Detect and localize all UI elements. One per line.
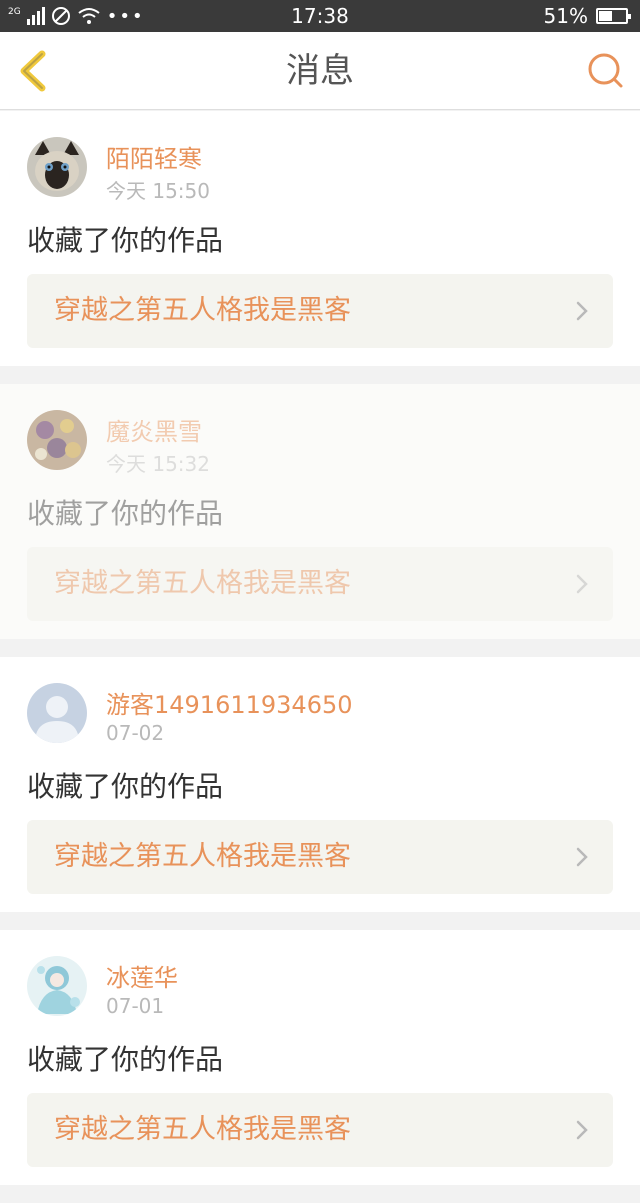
flower-avatar[interactable] xyxy=(27,410,87,470)
message-action: 收藏了你的作品 xyxy=(27,1043,224,1076)
status-right: 51% xyxy=(543,4,631,28)
work-link[interactable]: 穿越之第五人格我是黑客 xyxy=(27,820,613,894)
work-title: 穿越之第五人格我是黑客 xyxy=(54,568,351,599)
battery-icon xyxy=(596,8,631,24)
message-time: 今天 15:32 xyxy=(106,452,210,476)
default-user-avatar[interactable] xyxy=(27,683,87,743)
message-card: 魔炎黑雪 今天 15:32 收藏了你的作品 穿越之第五人格我是黑客 xyxy=(0,384,640,639)
anime-avatar[interactable] xyxy=(27,956,87,1016)
message-time: 今天 15:50 xyxy=(106,179,210,203)
status-bar: 2G ••• 17:38 51% xyxy=(0,0,640,32)
work-link[interactable]: 穿越之第五人格我是黑客 xyxy=(27,274,613,348)
work-title: 穿越之第五人格我是黑客 xyxy=(54,841,351,872)
search-button[interactable] xyxy=(586,51,626,91)
message-action: 收藏了你的作品 xyxy=(27,224,224,257)
message-action: 收藏了你的作品 xyxy=(27,770,224,803)
chevron-right-icon xyxy=(576,574,588,594)
chevron-left-icon xyxy=(20,50,46,92)
nav-bar: 消息 xyxy=(0,32,640,110)
username[interactable]: 魔炎黑雪 xyxy=(106,412,202,447)
chevron-right-icon xyxy=(576,847,588,867)
page-title: 消息 xyxy=(286,51,354,91)
cat-avatar[interactable] xyxy=(27,137,87,197)
message-time: 07-01 xyxy=(106,994,165,1018)
message-card: 陌陌轻寒 今天 15:50 收藏了你的作品 穿越之第五人格我是黑客 xyxy=(0,111,640,366)
username[interactable]: 陌陌轻寒 xyxy=(106,139,202,174)
message-action: 收藏了你的作品 xyxy=(27,497,224,530)
battery-fill xyxy=(599,11,613,21)
work-link[interactable]: 穿越之第五人格我是黑客 xyxy=(27,1093,613,1167)
search-icon xyxy=(588,53,623,88)
username[interactable]: 游客1491611934650 xyxy=(106,685,353,720)
work-title: 穿越之第五人格我是黑客 xyxy=(54,1114,351,1145)
message-card: 冰莲华 07-01 收藏了你的作品 穿越之第五人格我是黑客 xyxy=(0,930,640,1185)
back-button[interactable] xyxy=(12,48,58,94)
username[interactable]: 冰莲华 xyxy=(106,958,178,993)
message-list: 陌陌轻寒 今天 15:50 收藏了你的作品 穿越之第五人格我是黑客 魔炎黑雪 今… xyxy=(0,111,640,1203)
work-link[interactable]: 穿越之第五人格我是黑客 xyxy=(27,547,613,621)
battery-percent: 51% xyxy=(543,4,588,28)
work-title: 穿越之第五人格我是黑客 xyxy=(54,295,351,326)
message-time: 07-02 xyxy=(106,721,165,745)
message-card: 游客1491611934650 07-02 收藏了你的作品 穿越之第五人格我是黑… xyxy=(0,657,640,912)
chevron-right-icon xyxy=(576,301,588,321)
